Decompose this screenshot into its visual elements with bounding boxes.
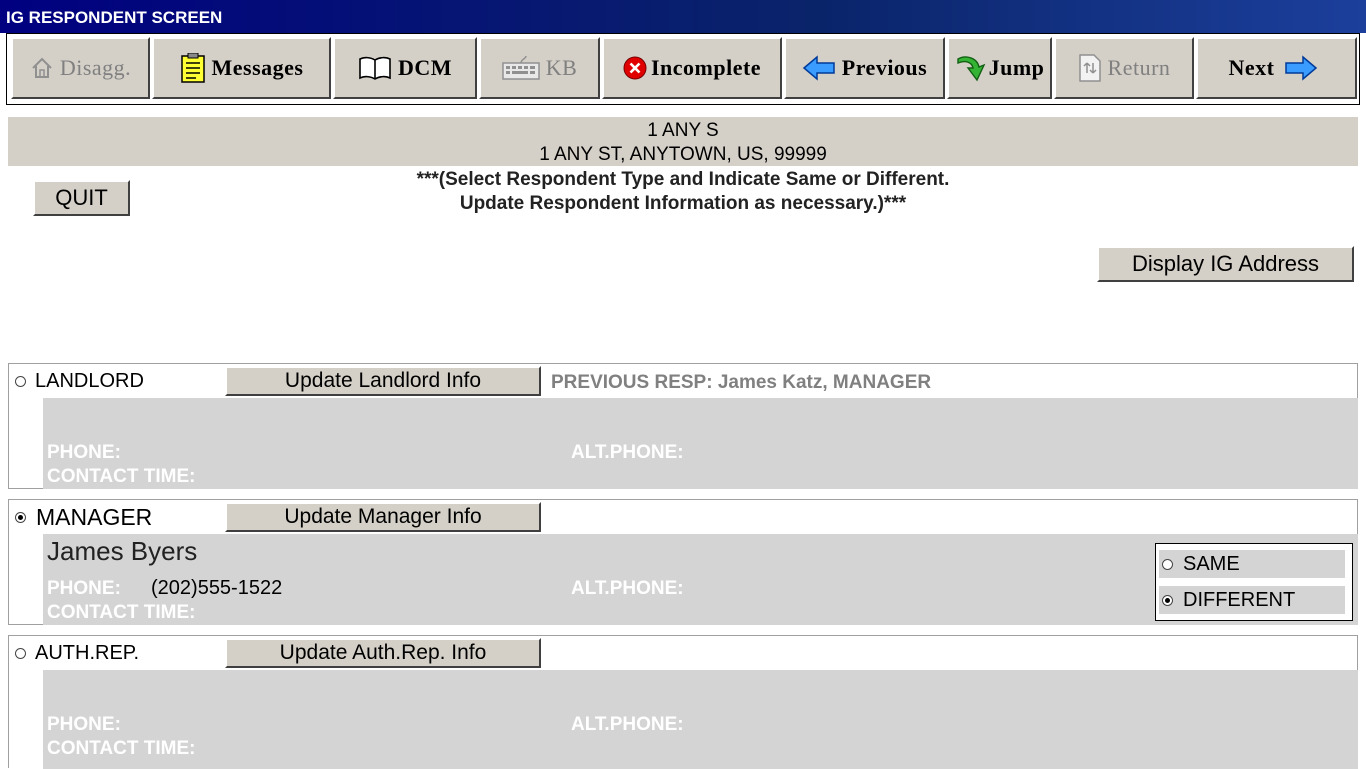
manager-alt-phone-label: ALT.PHONE: <box>571 578 684 599</box>
jump-button[interactable]: Jump <box>947 37 1052 99</box>
instructions-line-2: Update Respondent Information as necessa… <box>459 193 907 214</box>
different-option[interactable]: DIFFERENT <box>1159 586 1345 614</box>
messages-label: Messages <box>211 55 304 80</box>
different-radio[interactable] <box>1162 595 1173 606</box>
auth-rep-contact-time-label: CONTACT TIME: <box>47 738 196 759</box>
display-ig-address-button[interactable]: Display IG Address <box>1097 246 1354 282</box>
landlord-phone-label: PHONE: <box>47 442 121 463</box>
return-label: Return <box>1107 55 1171 80</box>
return-document-icon <box>1078 53 1102 83</box>
update-manager-button[interactable]: Update Manager Info <box>225 502 541 532</box>
previous-button[interactable]: Previous <box>784 37 945 99</box>
same-option[interactable]: SAME <box>1159 550 1345 578</box>
manager-contact-time-label: CONTACT TIME: <box>47 602 196 623</box>
landlord-section: LANDLORD Update Landlord Info PREVIOUS R… <box>8 363 1358 489</box>
manager-phone-label: PHONE: <box>47 578 121 599</box>
disagg-label: Disagg. <box>59 55 132 80</box>
address-banner: 1 ANY S 1 ANY ST, ANYTOWN, US, 99999 <box>8 117 1358 166</box>
dcm-label: DCM <box>397 55 453 80</box>
kb-label: KB <box>545 55 578 80</box>
messages-button[interactable]: Messages <box>152 37 331 99</box>
jump-arrow-icon <box>955 53 987 83</box>
auth-rep-phone-label: PHONE: <box>47 714 121 735</box>
same-label: SAME <box>1183 553 1240 575</box>
arrow-right-icon <box>1284 55 1318 81</box>
next-label: Next <box>1228 55 1275 80</box>
update-landlord-button[interactable]: Update Landlord Info <box>225 366 541 396</box>
address-line-2: 1 ANY ST, ANYTOWN, US, 99999 <box>539 144 827 165</box>
title-bar: IG RESPONDENT SCREEN <box>0 0 1366 33</box>
dcm-button[interactable]: DCM <box>333 37 477 99</box>
landlord-info-panel: PHONE: ALT.PHONE: CONTACT TIME: <box>43 398 1358 489</box>
landlord-radio[interactable] <box>15 376 26 387</box>
manager-section: MANAGER Update Manager Info James Byers … <box>8 499 1358 625</box>
auth-rep-label: AUTH.REP. <box>35 642 140 664</box>
manager-radio[interactable] <box>15 512 26 523</box>
landlord-contact-time-label: CONTACT TIME: <box>47 466 196 487</box>
toolbar: Disagg. Messages DCM KB Incomplete Previ… <box>6 33 1360 105</box>
window-title: IG RESPONDENT SCREEN <box>6 8 223 27</box>
auth-rep-info-panel: PHONE: ALT.PHONE: CONTACT TIME: <box>43 670 1358 769</box>
update-auth-rep-button[interactable]: Update Auth.Rep. Info <box>225 638 541 668</box>
keyboard-icon <box>501 55 540 81</box>
disagg-button[interactable]: Disagg. <box>11 37 150 99</box>
house-icon <box>30 56 54 80</box>
manager-name: James Byers <box>47 536 198 566</box>
error-icon <box>623 56 647 80</box>
manager-label: MANAGER <box>36 504 153 530</box>
landlord-alt-phone-label: ALT.PHONE: <box>571 442 684 463</box>
quit-button[interactable]: QUIT <box>33 180 130 216</box>
jump-label: Jump <box>988 55 1045 80</box>
previous-label: Previous <box>841 55 928 80</box>
auth-rep-alt-phone-label: ALT.PHONE: <box>571 714 684 735</box>
incomplete-label: Incomplete <box>650 55 762 80</box>
notepad-icon <box>180 53 206 83</box>
different-label: DIFFERENT <box>1183 589 1296 611</box>
next-button[interactable]: Next <box>1196 37 1357 99</box>
book-icon <box>358 55 392 81</box>
same-different-group: SAME DIFFERENT <box>1155 543 1353 621</box>
previous-respondent: PREVIOUS RESP: James Katz, MANAGER <box>551 372 932 393</box>
auth-rep-radio[interactable] <box>15 648 26 659</box>
instructions-line-1: ***(Select Respondent Type and Indicate … <box>416 169 950 190</box>
arrow-left-icon <box>802 55 836 81</box>
address-line-1: 1 ANY S <box>647 120 719 141</box>
manager-phone-value: (202)555-1522 <box>151 577 283 599</box>
landlord-label: LANDLORD <box>35 370 144 392</box>
same-radio[interactable] <box>1162 559 1173 570</box>
incomplete-button[interactable]: Incomplete <box>602 37 782 99</box>
return-button[interactable]: Return <box>1054 37 1194 99</box>
kb-button[interactable]: KB <box>479 37 600 99</box>
auth-rep-section: AUTH.REP. Update Auth.Rep. Info PHONE: A… <box>8 635 1358 769</box>
